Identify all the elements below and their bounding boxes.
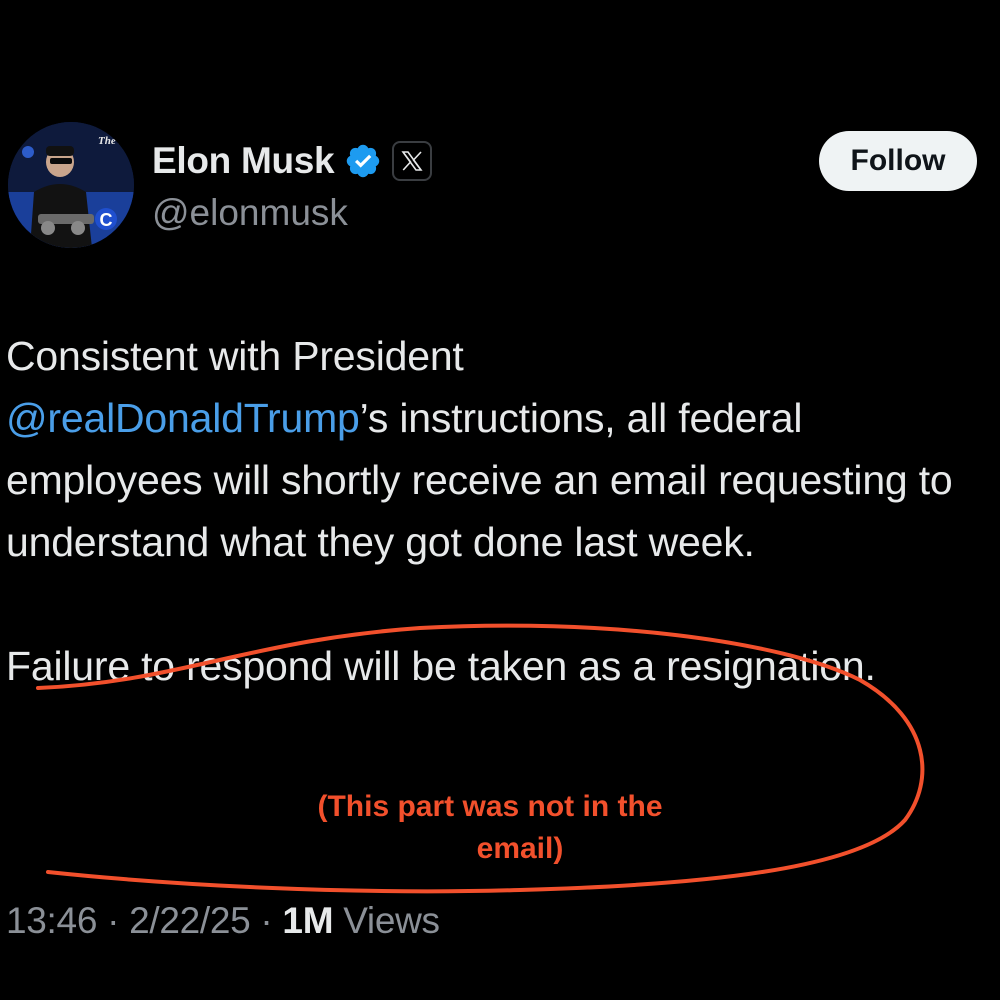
views-label: Views bbox=[333, 900, 440, 941]
tweet-meta: 13:46 · 2/22/25 · 1M Views bbox=[6, 900, 440, 942]
annotation-note-line-2: email) bbox=[476, 832, 564, 865]
annotation-note-line-1: (This part was not in the bbox=[317, 790, 663, 823]
meta-separator: · bbox=[250, 900, 283, 941]
annotation-note: (This part was not in the email) bbox=[250, 786, 730, 870]
meta-separator: · bbox=[97, 900, 130, 941]
tweet-date[interactable]: 2/22/25 bbox=[129, 900, 251, 941]
views-count[interactable]: 1M bbox=[282, 900, 333, 941]
tweet-time[interactable]: 13:46 bbox=[6, 900, 97, 941]
